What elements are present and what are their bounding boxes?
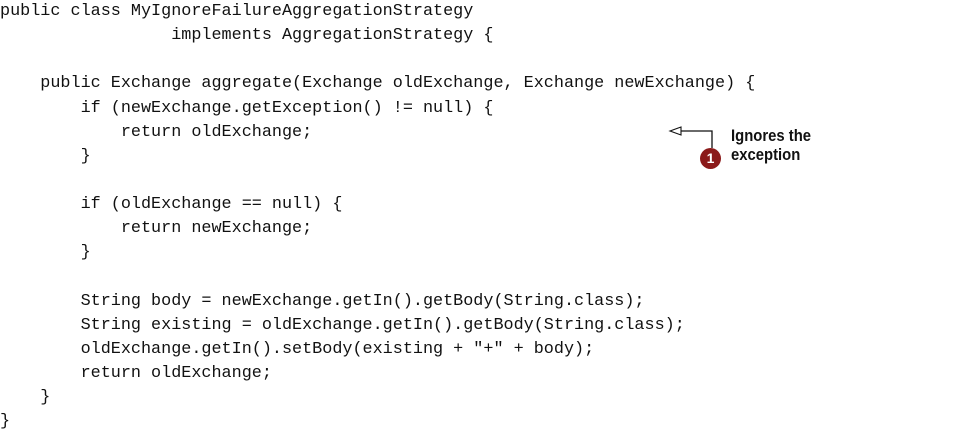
code-line: if (newExchange.getException() != null) … [0, 98, 494, 118]
code-line: implements AggregationStrategy { [0, 26, 494, 46]
code-line: if (oldExchange == null) { [0, 195, 343, 215]
code-line: return oldExchange; [0, 364, 272, 384]
code-line: String body = newExchange.getIn().getBod… [0, 291, 645, 311]
code-line: public class MyIgnoreFailureAggregationS… [0, 2, 474, 21]
code-line: return newExchange; [0, 219, 313, 239]
code-line: } [0, 412, 11, 432]
code-line: } [0, 146, 91, 166]
code-line: } [0, 243, 91, 263]
code-line: } [0, 388, 51, 408]
code-line: oldExchange.getIn().setBody(existing + "… [0, 339, 595, 359]
code-line: public Exchange aggregate(Exchange oldEx… [0, 74, 756, 94]
code-line: String existing = oldExchange.getIn().ge… [0, 315, 685, 335]
code-listing: public class MyIgnoreFailureAggregationS… [0, 0, 755, 435]
code-line: return oldExchange; [0, 122, 313, 142]
